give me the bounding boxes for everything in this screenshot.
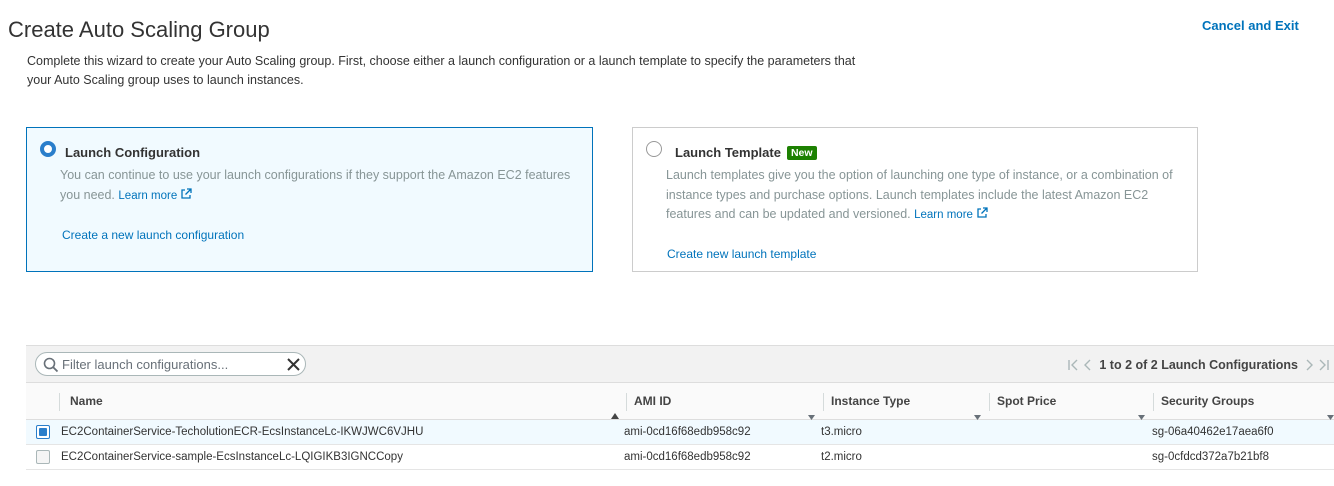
cancel-and-exit-link[interactable]: Cancel and Exit — [1202, 18, 1299, 33]
launch-template-description: Launch templates give you the option of … — [666, 166, 1191, 227]
column-header-spot-price[interactable]: Spot Price — [989, 383, 1146, 420]
launch-template-title-text: Launch Template — [675, 145, 781, 160]
launch-configuration-option[interactable]: Launch Configuration You can continue to… — [26, 127, 593, 272]
external-link-icon — [976, 207, 988, 227]
external-link-icon — [180, 187, 192, 208]
cell-instance-type: t2.micro — [821, 451, 862, 463]
column-label: Security Groups — [1161, 394, 1255, 408]
column-label: Instance Type — [831, 394, 911, 408]
pagination-count: 1 to 2 of 2 Launch Configurations — [1099, 358, 1298, 372]
column-header-instance-type[interactable]: Instance Type — [823, 383, 983, 420]
column-divider — [823, 393, 824, 411]
table-header: Name AMI ID Instance Type Spot Price Sec… — [26, 383, 1334, 420]
create-launch-configuration-link[interactable]: Create a new launch configuration — [62, 228, 244, 242]
row-checkbox[interactable] — [36, 450, 50, 464]
table-row[interactable]: EC2ContainerService-TecholutionECR-EcsIn… — [26, 420, 1334, 445]
next-page-icon[interactable] — [1304, 359, 1314, 371]
learn-more-label: Learn more — [914, 209, 973, 221]
launch-template-option[interactable]: Launch Template New Launch templates give… — [632, 127, 1198, 272]
column-label: AMI ID — [634, 394, 672, 408]
launch-configuration-radio[interactable] — [40, 141, 56, 157]
pagination: 1 to 2 of 2 Launch Configurations — [1065, 356, 1332, 374]
column-header-name[interactable]: Name — [70, 383, 622, 420]
launch-configuration-title: Launch Configuration — [65, 145, 201, 160]
column-divider — [1153, 393, 1154, 411]
column-divider — [626, 393, 627, 411]
cell-security-groups: sg-0cfdcd372a7b21bf8 — [1152, 451, 1270, 463]
page-title: Create Auto Scaling Group — [8, 17, 270, 42]
learn-more-link[interactable]: Learn more — [118, 187, 192, 202]
column-label: Spot Price — [997, 394, 1057, 408]
cell-name: EC2ContainerService-TecholutionECR-EcsIn… — [61, 426, 424, 438]
last-page-icon[interactable] — [1318, 359, 1330, 371]
launch-configuration-description: You can continue to use your launch conf… — [60, 166, 585, 207]
launch-template-title: Launch Template New — [675, 145, 817, 160]
clear-icon[interactable] — [287, 358, 300, 376]
cell-ami-id: ami-0cd16f68edb958c92 — [624, 451, 751, 463]
cell-instance-type: t3.micro — [821, 426, 862, 438]
column-divider — [59, 393, 60, 411]
learn-more-link[interactable]: Learn more — [914, 207, 988, 221]
first-page-icon[interactable] — [1067, 359, 1079, 371]
launch-template-radio[interactable] — [646, 141, 662, 157]
new-badge: New — [786, 146, 817, 160]
prev-page-icon[interactable] — [1083, 359, 1093, 371]
filter-input[interactable] — [60, 355, 280, 373]
create-launch-template-link[interactable]: Create new launch template — [667, 247, 816, 261]
table-toolbar: 1 to 2 of 2 Launch Configurations — [26, 345, 1334, 383]
filter-box — [35, 352, 306, 376]
wizard-intro: Complete this wizard to create your Auto… — [27, 54, 856, 87]
column-header-security-groups[interactable]: Security Groups — [1153, 383, 1334, 420]
cell-ami-id: ami-0cd16f68edb958c92 — [624, 426, 751, 438]
table-row[interactable]: EC2ContainerService-sample-EcsInstanceLc… — [26, 445, 1334, 470]
cell-security-groups: sg-06a40462e17aea6f0 — [1152, 426, 1274, 438]
search-icon — [43, 357, 59, 378]
row-checkbox[interactable] — [36, 425, 50, 439]
column-header-ami-id[interactable]: AMI ID — [626, 383, 820, 420]
learn-more-label: Learn more — [118, 189, 178, 202]
cell-name: EC2ContainerService-sample-EcsInstanceLc… — [61, 451, 403, 463]
column-divider — [989, 393, 990, 411]
column-label: Name — [70, 394, 103, 408]
